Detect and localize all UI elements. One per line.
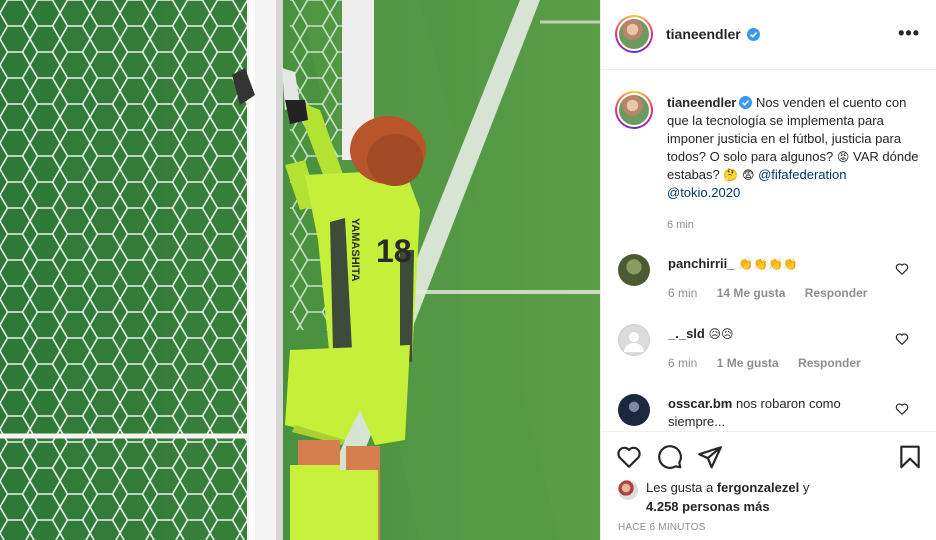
clapping-emoji-icon: 👏👏👏👏 — [738, 257, 798, 271]
caption-time[interactable]: 6 min — [667, 216, 919, 234]
comment-item: osscar.bm nos robaron como siempre... — [601, 394, 936, 431]
post-photo[interactable]: YAMASHITA 18 — [0, 0, 600, 540]
author-avatar[interactable] — [615, 15, 653, 53]
jersey-name: YAMASHITA — [349, 218, 361, 282]
likes-connector: y — [802, 480, 810, 495]
verified-badge-icon — [739, 96, 753, 109]
heart-icon[interactable] — [616, 444, 642, 470]
caption-username[interactable]: tianeendler — [667, 95, 736, 110]
more-options-icon[interactable]: ••• — [898, 24, 920, 42]
fearful-emoji-icon: 😨 — [741, 168, 755, 182]
comment-username[interactable]: _._sld — [668, 326, 705, 341]
post-header: tianeendler ••• — [601, 0, 936, 70]
verified-badge-icon — [747, 28, 761, 41]
post-caption: tianeendler Nos venden el cuento con que… — [667, 94, 919, 234]
reply-button[interactable]: Responder — [798, 356, 861, 370]
comment-likes[interactable]: 14 Me gusta — [717, 286, 786, 300]
mention-fifafederation[interactable]: @fifafederation — [758, 167, 846, 182]
sad-emoji-icon: 😥😥 — [708, 327, 734, 341]
comment-item: panchirrii_ 👏👏👏👏 6 min 14 Me gusta Respo… — [601, 254, 936, 314]
goalkeeper-photo: YAMASHITA 18 — [0, 0, 600, 540]
commenter-avatar[interactable] — [618, 324, 650, 356]
comment-like-heart-icon[interactable] — [895, 332, 909, 346]
liker-username[interactable]: fergonzalezel — [717, 480, 799, 495]
likes-prefix: Les gusta a — [646, 480, 714, 495]
jersey-number: 18 — [376, 233, 412, 269]
angry-emoji-icon: 😡 — [836, 150, 850, 164]
reply-button[interactable]: Responder — [805, 286, 868, 300]
share-icon[interactable] — [697, 444, 723, 470]
likes-count[interactable]: 4.258 personas más — [646, 499, 770, 514]
author-username[interactable]: tianeendler — [666, 26, 741, 42]
caption-avatar[interactable] — [615, 91, 653, 129]
comment-like-heart-icon[interactable] — [895, 262, 909, 276]
comment-username[interactable]: panchirrii_ — [668, 256, 734, 271]
post-timestamp[interactable]: HACE 6 MINUTOS — [618, 522, 706, 533]
comment-time[interactable]: 6 min — [668, 286, 697, 300]
comment-time[interactable]: 6 min — [668, 356, 697, 370]
comments-scroll-area[interactable]: tianeendler Nos venden el cuento con que… — [601, 71, 936, 431]
comment-like-heart-icon[interactable] — [895, 402, 909, 416]
commenter-avatar[interactable] — [618, 254, 650, 286]
post-side-panel: tianeendler ••• tianeendler Nos venden e… — [600, 0, 936, 540]
commenter-avatar[interactable] — [618, 394, 650, 426]
comment-item: _._sld 😥😥 6 min 1 Me gusta Responder — [601, 324, 936, 384]
mention-tokio2020[interactable]: @tokio.2020 — [667, 185, 740, 200]
comment-username[interactable]: osscar.bm — [668, 396, 732, 411]
bookmark-icon[interactable] — [897, 444, 923, 470]
post-actions: Les gusta a fergonzalezel y 4.258 person… — [601, 431, 936, 540]
comment-likes[interactable]: 1 Me gusta — [717, 356, 779, 370]
thinking-emoji-icon: 🤔 — [723, 168, 739, 182]
liker-avatar[interactable] — [618, 480, 638, 500]
comment-icon[interactable] — [657, 444, 683, 470]
